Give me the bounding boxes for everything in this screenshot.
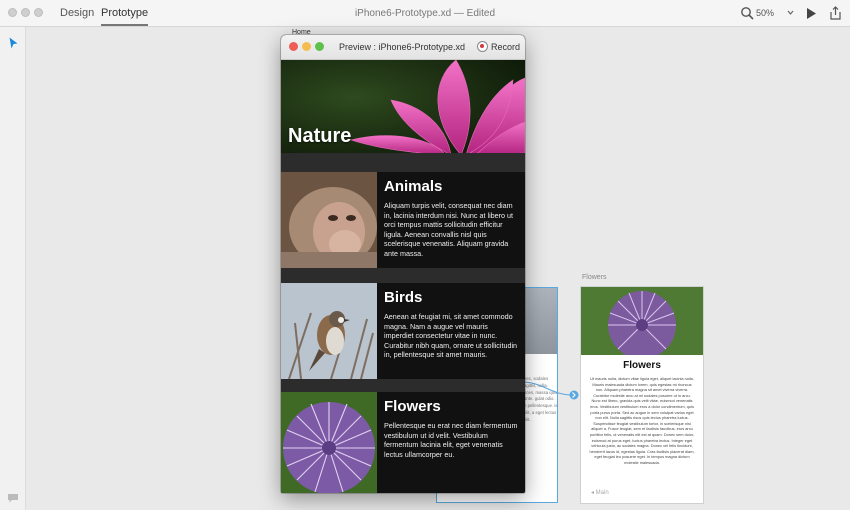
preview-zoom-button[interactable] [315, 42, 324, 51]
section-body: Pellentesque eu erat nec diam fermentum … [384, 421, 518, 459]
share-icon[interactable] [829, 6, 842, 20]
section-divider [281, 268, 525, 283]
record-button[interactable]: Record [491, 42, 520, 52]
preview-titlebar[interactable]: Preview : iPhone6-Prototype.xd Record [281, 35, 525, 60]
left-toolbar [0, 27, 26, 510]
flowers-artboard-image [581, 287, 703, 355]
flowers-artboard-body: Ut mauris nulla, dictum vitae ligula ege… [589, 376, 695, 465]
play-preview-icon[interactable] [806, 7, 817, 20]
preview-window[interactable]: Preview : iPhone6-Prototype.xd Record Na… [281, 35, 525, 493]
hero-title: Nature [288, 125, 352, 147]
flowers-artboard-title: Flowers [623, 360, 661, 371]
section-body: Aenean at feugiat mi, sit amet commodo m… [384, 312, 518, 360]
section-title: Flowers [384, 398, 441, 415]
zoom-level[interactable]: 50% [756, 8, 774, 18]
section-title: Animals [384, 178, 443, 195]
section-divider [281, 379, 525, 392]
sparrow-image [281, 283, 377, 379]
section-birds[interactable]: Birds Aenean at feugiat mi, sit amet com… [281, 283, 525, 379]
preview-close-button[interactable] [289, 42, 298, 51]
section-title: Birds [384, 289, 423, 306]
select-arrow-icon[interactable] [9, 37, 18, 49]
comment-icon[interactable] [7, 493, 19, 503]
section-body: Aliquam turpis velit, consequat nec diam… [384, 201, 514, 258]
section-animals[interactable]: Animals Aliquam turpis velit, consequat … [281, 172, 525, 268]
preview-minimize-button[interactable] [302, 42, 311, 51]
record-icon[interactable] [477, 41, 488, 52]
back-to-main-link[interactable]: ◂ Main [591, 489, 609, 496]
artboard-flowers[interactable]: Flowers Ut mauris nulla, dictum vitae li… [580, 286, 704, 504]
preview-title: Preview : iPhone6-Prototype.xd [339, 42, 466, 52]
prototype-wire-connector[interactable] [522, 380, 582, 410]
app-toolbar: Design Prototype iPhone6-Prototype.xd — … [0, 0, 850, 27]
section-divider [281, 153, 525, 172]
baboon-image [281, 172, 377, 268]
zoom-search-icon[interactable] [740, 6, 754, 20]
chevron-down-icon[interactable] [786, 8, 795, 17]
active-tab-indicator [101, 24, 149, 26]
hero-banner[interactable]: Nature [281, 60, 525, 153]
section-flowers[interactable]: Flowers Pellentesque eu erat nec diam fe… [281, 392, 525, 493]
artboard-label-flowers[interactable]: Flowers [582, 274, 607, 281]
allium-flower-image [281, 392, 377, 493]
document-title: iPhone6-Prototype.xd — Edited [354, 8, 496, 19]
